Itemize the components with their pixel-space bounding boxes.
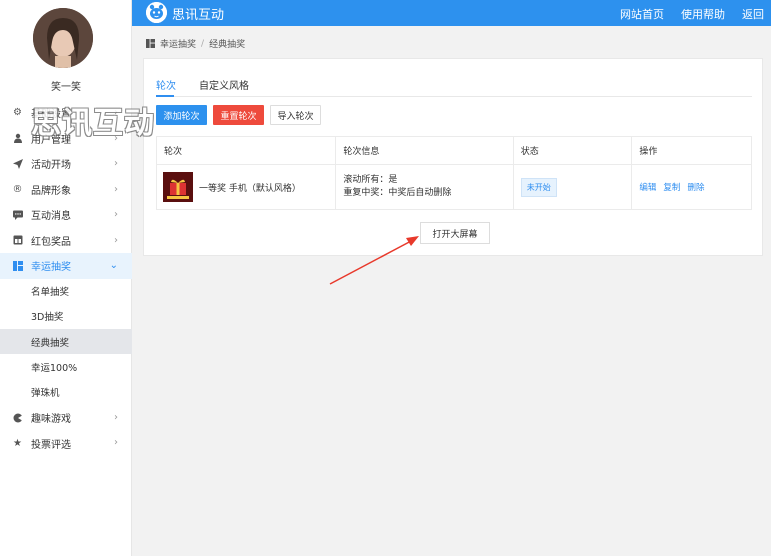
message-icon: [12, 209, 23, 220]
avatar-image: [33, 8, 93, 68]
status-badge: 未开始: [520, 177, 557, 197]
logo-icon: [146, 2, 167, 23]
submenu-item-classic-draw[interactable]: 经典抽奖: [0, 329, 132, 355]
column-header-round: 轮次: [157, 137, 337, 164]
column-header-status: 状态: [514, 137, 633, 164]
sidebar-item-lucky-draw[interactable]: 幸运抽奖 ⌄: [0, 253, 132, 279]
sidebar-item-brand-image[interactable]: ® 品牌形象 ›: [0, 177, 132, 203]
username: 笑一笑: [51, 82, 81, 93]
game-icon: [12, 412, 23, 423]
delete-link[interactable]: 删除: [687, 181, 704, 193]
sidebar-item-label: 基础设置: [31, 109, 71, 121]
breadcrumb-item-classic-draw: 经典抽奖: [209, 40, 246, 50]
tab-custom-style[interactable]: 自定义风格: [199, 77, 249, 92]
chevron-right-icon: ›: [114, 158, 118, 169]
sidebar-menu: ⚙ 基础设置 › 用户管理 › 活动开场 › ® 品牌形象 › 互动消息 › 红…: [0, 100, 132, 456]
nav-back-link[interactable]: 返回: [742, 6, 764, 22]
nav-help-link[interactable]: 使用帮助: [681, 6, 725, 22]
round-cell: 一等奖 手机（默认风格）: [157, 165, 337, 209]
table-header: 轮次 轮次信息 状态 操作: [157, 137, 751, 165]
registered-icon: ®: [12, 183, 23, 195]
sidebar-item-label: 红包奖品: [31, 236, 71, 248]
rounds-table: 轮次 轮次信息 状态 操作 一等奖 手机（默认风格） 滚动所有：是 重复中奖：中…: [156, 136, 752, 210]
sidebar-item-label: 互动消息: [31, 211, 71, 223]
prize-thumbnail: [163, 172, 193, 202]
reset-round-button[interactable]: 重置轮次: [213, 105, 264, 125]
submenu-item-lucky-100[interactable]: 幸运100%: [0, 354, 132, 379]
sidebar-item-red-packet-prizes[interactable]: 红包奖品 ›: [0, 228, 132, 254]
actions-cell: 编辑 复制 删除: [632, 165, 751, 209]
sidebar-item-voting[interactable]: ★ 投票评选 ›: [0, 430, 132, 456]
sidebar-item-label: 幸运抽奖: [31, 262, 71, 274]
star-icon: ★: [13, 437, 22, 449]
breadcrumb-item-lucky-draw[interactable]: 幸运抽奖: [160, 37, 196, 50]
breadcrumb: 幸运抽奖 / 经典抽奖: [146, 37, 245, 50]
send-icon: [12, 158, 23, 169]
sidebar-item-label: 活动开场: [31, 160, 71, 172]
user-icon: [12, 133, 23, 144]
sidebar-item-event-opening[interactable]: 活动开场 ›: [0, 151, 132, 177]
round-info-cell: 滚动所有：是 重复中奖：中奖后自动删除: [336, 165, 514, 209]
column-header-actions: 操作: [639, 147, 658, 157]
chevron-right-icon: ›: [114, 132, 118, 144]
submenu-item-pinball[interactable]: 弹珠机: [0, 380, 132, 405]
gear-icon: ⚙: [13, 107, 22, 119]
sidebar-item-fun-games[interactable]: 趣味游戏 ›: [0, 405, 132, 431]
table-row: 一等奖 手机（默认风格） 滚动所有：是 重复中奖：中奖后自动删除 未开始 编辑 …: [157, 165, 751, 209]
sidebar-item-label: 用户管理: [31, 134, 71, 146]
dashboard-icon: [12, 260, 23, 271]
round-name: 一等奖 手机（默认风格）: [199, 183, 301, 194]
edit-link[interactable]: 编辑: [639, 181, 656, 193]
nav-home-link[interactable]: 网站首页: [620, 6, 664, 22]
content-card: 轮次 自定义风格 添加轮次 重置轮次 导入轮次 轮次 轮次信息 状态 操作 一等…: [143, 58, 763, 256]
sidebar-item-label: 趣味游戏: [31, 414, 71, 426]
brand-name: 思讯互动: [172, 8, 225, 23]
chevron-right-icon: ›: [114, 411, 118, 423]
dashboard-icon: [146, 39, 155, 48]
active-tab-indicator: [156, 95, 174, 97]
open-big-screen-button[interactable]: 打开大屏幕: [420, 222, 490, 244]
chevron-right-icon: ›: [114, 437, 118, 449]
sidebar-item-messages[interactable]: 互动消息 ›: [0, 202, 132, 228]
avatar[interactable]: [33, 8, 93, 68]
sidebar-item-label: 投票评选: [31, 439, 71, 451]
chevron-right-icon: ›: [114, 183, 118, 195]
breadcrumb-separator: /: [201, 38, 205, 49]
copy-link[interactable]: 复制: [663, 181, 680, 193]
add-round-button[interactable]: 添加轮次: [156, 105, 207, 125]
chevron-right-icon: ›: [114, 209, 118, 220]
submenu-item-3d-draw[interactable]: 3D抽奖: [0, 304, 132, 329]
info-scroll-all: 滚动所有：是: [343, 175, 398, 185]
chevron-right-icon: ›: [114, 234, 118, 246]
import-round-button[interactable]: 导入轮次: [270, 105, 321, 125]
sidebar: 笑一笑 ⚙ 基础设置 › 用户管理 › 活动开场 › ® 品牌形象 › 互动消息…: [0, 0, 132, 556]
chevron-right-icon: ›: [114, 107, 118, 118]
info-repeat-win: 重复中奖：中奖后自动删除: [343, 188, 452, 198]
gift-icon: [12, 235, 23, 246]
tab-bar: 轮次 自定义风格: [156, 69, 752, 97]
sidebar-item-basic-settings[interactable]: ⚙ 基础设置 ›: [0, 100, 132, 126]
chevron-down-icon: ⌄: [109, 260, 118, 271]
tab-rounds[interactable]: 轮次: [156, 77, 176, 92]
submenu-item-list-draw[interactable]: 名单抽奖: [0, 279, 132, 304]
sidebar-item-label: 品牌形象: [31, 185, 71, 197]
sidebar-item-user-management[interactable]: 用户管理 ›: [0, 126, 132, 152]
column-header-round-info: 轮次信息: [336, 137, 514, 164]
top-header: 思讯互动 网站首页 使用帮助 返回: [132, 0, 771, 26]
status-cell: 未开始: [514, 165, 633, 209]
